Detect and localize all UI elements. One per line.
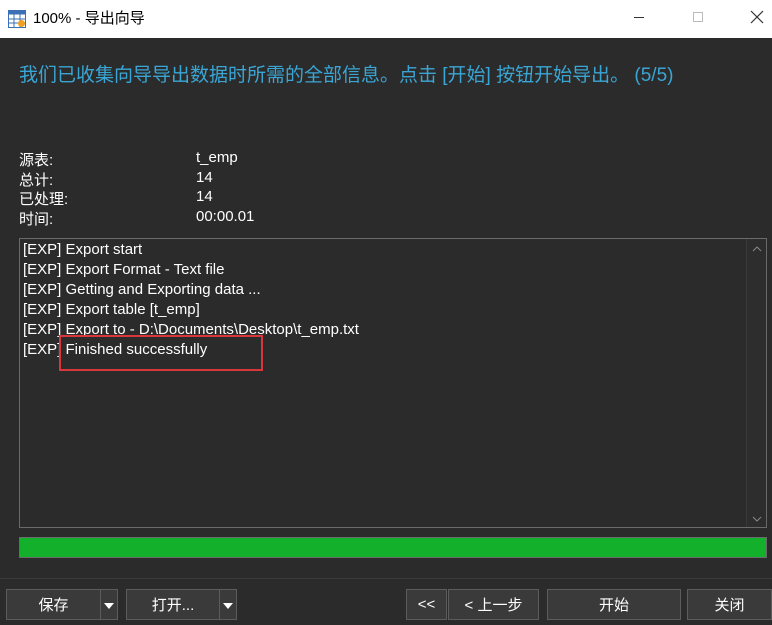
progress-bar [19, 537, 767, 558]
total-label: 总计: [19, 171, 54, 189]
processed-value: 14 [196, 188, 213, 205]
close-button[interactable]: 关闭 [687, 589, 772, 620]
save-button-label: 保存 [38, 597, 69, 614]
maximize-icon [692, 10, 704, 28]
log-scrollbar[interactable] [746, 239, 766, 527]
title-bar: 100% - 导出向导 [0, 0, 772, 38]
minimize-button[interactable] [616, 0, 662, 38]
close-window-button[interactable] [734, 0, 772, 38]
open-dropdown-button[interactable] [219, 589, 237, 620]
start-button-label: 开始 [598, 597, 629, 614]
start-button[interactable]: 开始 [547, 589, 681, 620]
first-step-button-label: << [417, 596, 436, 613]
window-title: 100% - 导出向导 [33, 10, 145, 27]
previous-step-button-label: < 上一步 [464, 597, 523, 614]
log-line: [EXP] Export Format - Text file [23, 261, 225, 278]
save-dropdown-button[interactable] [100, 589, 118, 620]
highlight-annotation [59, 335, 263, 371]
close-icon [750, 10, 764, 29]
time-label: 时间: [19, 210, 54, 228]
scroll-up-icon [752, 239, 762, 257]
log-line: [EXP] Getting and Exporting data ... [23, 281, 261, 298]
scroll-down-icon [752, 509, 762, 527]
total-value: 14 [196, 168, 213, 186]
app-table-icon [8, 10, 26, 28]
time-value: 00:00.01 [196, 207, 255, 225]
dropdown-arrow-icon [104, 596, 114, 614]
source-value: t_emp [196, 149, 238, 166]
processed-label: 已处理: [19, 191, 69, 208]
maximize-button[interactable] [675, 0, 721, 38]
save-button[interactable]: 保存 [6, 589, 101, 620]
log-line: [EXP] Export table [t_emp] [23, 301, 200, 318]
button-bar: 保存 打开... << < 上一步 开始 关闭 [0, 578, 772, 625]
scroll-down-button[interactable] [747, 509, 767, 527]
source-label: 源表: [19, 152, 54, 169]
dropdown-arrow-icon [223, 596, 233, 614]
log-line: [EXP] Export start [23, 241, 143, 258]
wizard-step-heading: 我们已收集向导导出数据时所需的全部信息。点击 [开始] 按钮开始导出。 (5/5… [19, 65, 674, 86]
open-button[interactable]: 打开... [126, 589, 220, 620]
minimize-icon [633, 10, 645, 28]
open-button-label: 打开... [151, 597, 195, 614]
progress-fill [20, 538, 766, 557]
first-step-button[interactable]: << [406, 589, 447, 620]
scroll-up-button[interactable] [747, 239, 767, 257]
export-log[interactable]: [EXP] Export start [EXP] Export Format -… [19, 238, 767, 528]
previous-step-button[interactable]: < 上一步 [448, 589, 539, 620]
close-button-label: 关闭 [714, 597, 745, 614]
